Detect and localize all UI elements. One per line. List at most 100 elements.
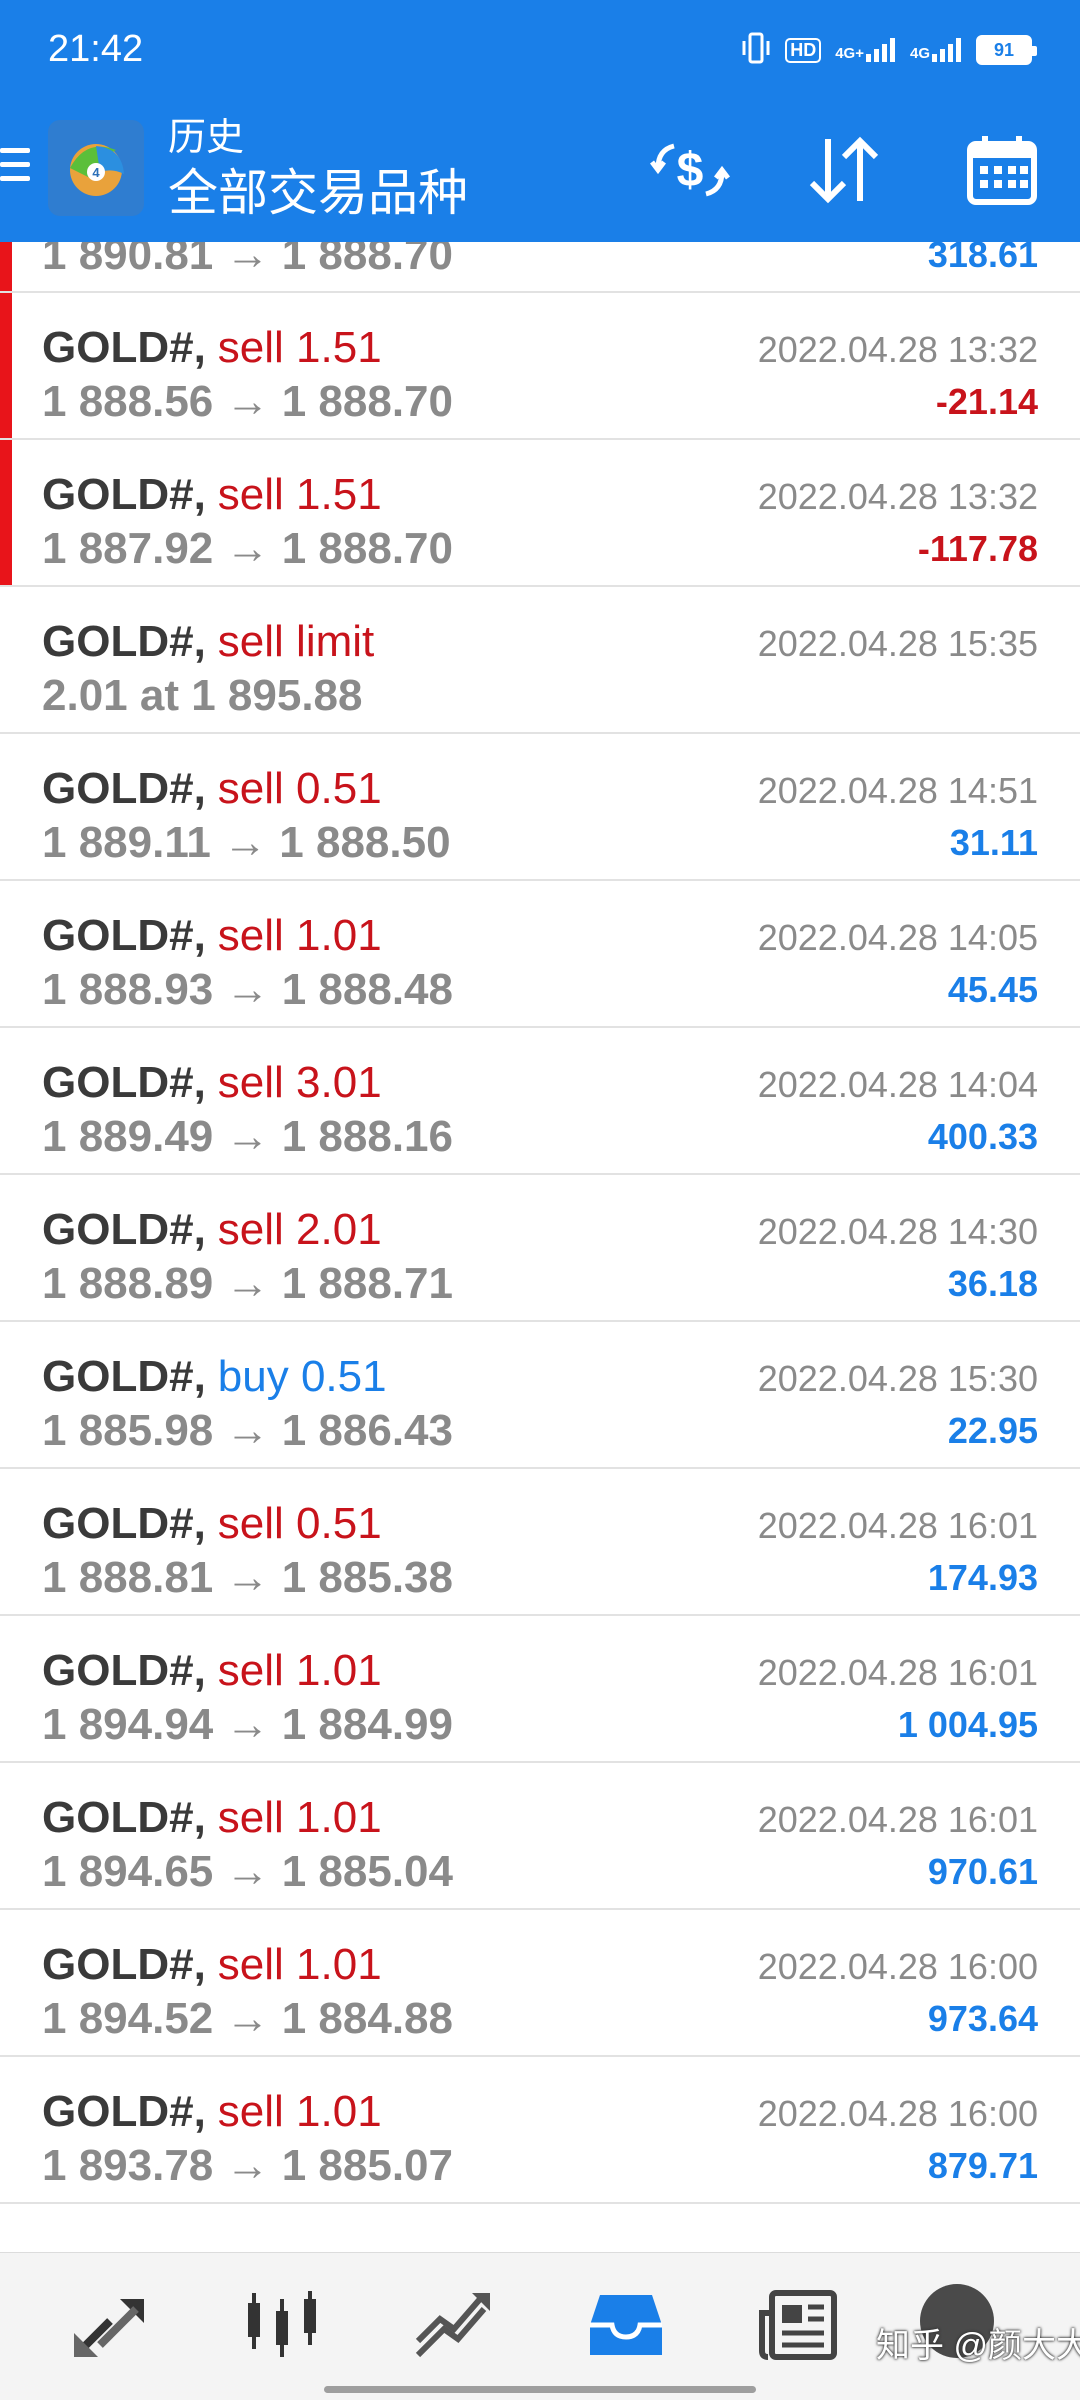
toolbar: 4 历史 全部交易品种 $	[0, 100, 1080, 242]
trade-profit: -21.14	[935, 381, 1038, 422]
sort-button[interactable]	[802, 130, 886, 214]
trade-profit: 45.45	[947, 969, 1038, 1010]
trade-profit: 879.71	[927, 2145, 1038, 2186]
trade-header: GOLD#, sell 1.51	[42, 470, 382, 520]
page-subtitle: 历史	[168, 117, 245, 159]
trade-profit: 400.33	[927, 1116, 1038, 1157]
trade-icon	[414, 2289, 494, 2366]
currency-exchange-icon: $	[650, 138, 730, 207]
calendar-button[interactable]	[960, 130, 1044, 214]
calendar-icon	[966, 134, 1038, 211]
status-time: 21:42	[48, 28, 144, 70]
trade-profit: 318.61	[927, 242, 1038, 275]
trade-header: GOLD#, sell 1.01	[42, 2087, 382, 2137]
svg-text:$: $	[677, 144, 704, 197]
nav-chart[interactable]	[240, 2285, 324, 2369]
trade-action: sell 1.01	[217, 2087, 382, 2136]
trade-action: sell 1.01	[217, 1940, 382, 1989]
trade-header: GOLD#, sell 1.01	[42, 911, 382, 961]
trade-row[interactable]: GOLD#, sell 1.51 1 888.56 → 1 888.70 2022.0…	[0, 293, 1080, 440]
watermark: 知乎 @颜大大	[876, 2327, 1080, 2365]
trade-time: 2022.04.28 16:01	[757, 1652, 1038, 1693]
trade-row[interactable]: GOLD#, sell 1.01 1 888.93 → 1 888.48 2022.0…	[0, 881, 1080, 1028]
trade-symbol: GOLD#,	[42, 1646, 206, 1695]
trade-symbol: GOLD#,	[42, 764, 206, 813]
trade-symbol: GOLD#,	[42, 323, 206, 372]
trade-action: sell 0.51	[217, 1499, 382, 1548]
battery-icon: 91	[976, 35, 1037, 65]
trade-symbol: GOLD#,	[42, 1793, 206, 1842]
trade-prices: 1 894.65 → 1 885.04	[42, 1847, 453, 1896]
trade-symbol: GOLD#,	[42, 911, 206, 960]
trade-prices: 2.01 at 1 895.88	[42, 671, 363, 720]
trade-header: GOLD#, sell 1.01	[42, 1940, 382, 1990]
trade-header: GOLD#, sell 1.01	[42, 1793, 382, 1843]
trade-header: GOLD#, sell 3.01	[42, 1058, 382, 1108]
trade-time: 2022.04.28 13:32	[757, 476, 1038, 517]
trade-header: GOLD#, sell 1.51	[42, 323, 382, 373]
nav-quotes[interactable]	[68, 2285, 152, 2369]
trade-header: GOLD#, sell 0.51	[42, 1499, 382, 1549]
position-marker	[0, 293, 12, 438]
trade-action: sell 1.51	[217, 323, 382, 372]
nav-history[interactable]	[584, 2285, 668, 2369]
trade-symbol: GOLD#,	[42, 2087, 206, 2136]
trade-prices: 1 888.93 → 1 888.48	[42, 965, 453, 1014]
trade-profit: 1 004.95	[897, 1704, 1038, 1745]
trade-row[interactable]: GOLD#,sell 1.511 890.81 → 1 888.702022.0…	[0, 242, 1080, 293]
trade-action: sell 2.01	[217, 1205, 382, 1254]
trade-action: sell 1.01	[217, 911, 382, 960]
trade-prices: 1 889.11 → 1 888.50	[42, 818, 451, 867]
trade-prices: 1 889.49 → 1 888.16	[42, 1112, 453, 1161]
trade-symbol: GOLD#,	[42, 1205, 206, 1254]
trade-action: sell 0.51	[217, 764, 382, 813]
svg-text:4: 4	[92, 165, 100, 180]
nav-trade[interactable]	[412, 2285, 496, 2369]
page-title: 全部交易品种	[168, 165, 468, 221]
trade-profit: -117.78	[917, 528, 1038, 569]
trade-time: 2022.04.28 15:35	[757, 623, 1038, 664]
trade-prices: 1 888.81 → 1 885.38	[42, 1553, 453, 1602]
trade-profit: 973.64	[927, 1998, 1038, 2039]
trade-prices: 1 888.89 → 1 888.71	[42, 1259, 453, 1308]
trade-header: GOLD#, sell 0.51	[42, 764, 382, 814]
title-block[interactable]: 历史 全部交易品种	[168, 114, 468, 224]
currency-exchange-button[interactable]: $	[648, 130, 732, 214]
home-indicator[interactable]	[324, 2386, 756, 2393]
position-marker	[0, 242, 12, 291]
status-icons: HD 4G+ 4G 91	[741, 30, 1037, 70]
trade-time: 2022.04.28 15:30	[757, 1358, 1038, 1399]
trade-prices: 1 893.78 → 1 885.07	[42, 2141, 453, 2190]
trade-row[interactable]: GOLD#, sell 1.01 1 894.65 → 1 885.04 2022.0…	[0, 1763, 1080, 1910]
trade-row[interactable]: GOLD#, sell 1.51 1 887.92 → 1 888.70 2022.0…	[0, 440, 1080, 587]
trade-history-list[interactable]: GOLD#,sell 1.511 890.81 → 1 888.702022.0…	[0, 242, 1080, 2252]
trade-symbol: GOLD#,	[42, 617, 206, 666]
trade-symbol: GOLD#,	[42, 1499, 206, 1548]
trade-profit: 174.93	[927, 1557, 1038, 1598]
status-bar: 21:42 HD 4G+ 4G 91	[0, 0, 1080, 100]
news-icon	[758, 2289, 838, 2366]
trade-row[interactable]: GOLD#, sell 2.01 1 888.89 → 1 888.71 2022.0…	[0, 1175, 1080, 1322]
quotes-icon	[70, 2289, 150, 2366]
menu-icon[interactable]	[0, 148, 30, 192]
trade-row[interactable]: GOLD#, sell limit 2.01 at 1 895.88 2022.04.…	[0, 587, 1080, 734]
trade-prices: 1 890.81 → 1 888.70	[42, 242, 453, 279]
trade-row[interactable]: GOLD#, sell 3.01 1 889.49 → 1 888.16 2022.0…	[0, 1028, 1080, 1175]
trade-action: sell 1.01	[217, 1793, 382, 1842]
trade-row[interactable]: GOLD#, sell 1.01 1 894.94 → 1 884.99 2022.0…	[0, 1616, 1080, 1763]
trade-time: 2022.04.28 16:00	[757, 2093, 1038, 2134]
trade-row[interactable]: GOLD#, buy 0.51 1 885.98 → 1 886.43 2022.04…	[0, 1322, 1080, 1469]
trade-time: 2022.04.28 16:01	[757, 1505, 1038, 1546]
app-logo: 4	[48, 120, 144, 216]
trade-row[interactable]: GOLD#, sell 1.01 1 893.78 → 1 885.07 2022.0…	[0, 2057, 1080, 2204]
trade-header: GOLD#, sell 1.01	[42, 1646, 382, 1696]
nav-news[interactable]	[756, 2285, 840, 2369]
trade-row[interactable]: GOLD#, sell 0.51 1 888.81 → 1 885.38 2022.0…	[0, 1469, 1080, 1616]
trade-header: GOLD#, buy 0.51	[42, 1352, 387, 1402]
trade-time: 2022.04.28 14:51	[757, 770, 1038, 811]
trade-time: 2022.04.28 14:05	[757, 917, 1038, 958]
trade-row[interactable]: GOLD#, sell 1.01 1 894.52 → 1 884.88 2022.0…	[0, 1910, 1080, 2057]
trade-header: GOLD#, sell 2.01	[42, 1205, 382, 1255]
trade-row[interactable]: GOLD#, sell 0.51 1 889.11 → 1 888.50 2022.0…	[0, 734, 1080, 881]
vibrate-icon	[741, 31, 771, 70]
